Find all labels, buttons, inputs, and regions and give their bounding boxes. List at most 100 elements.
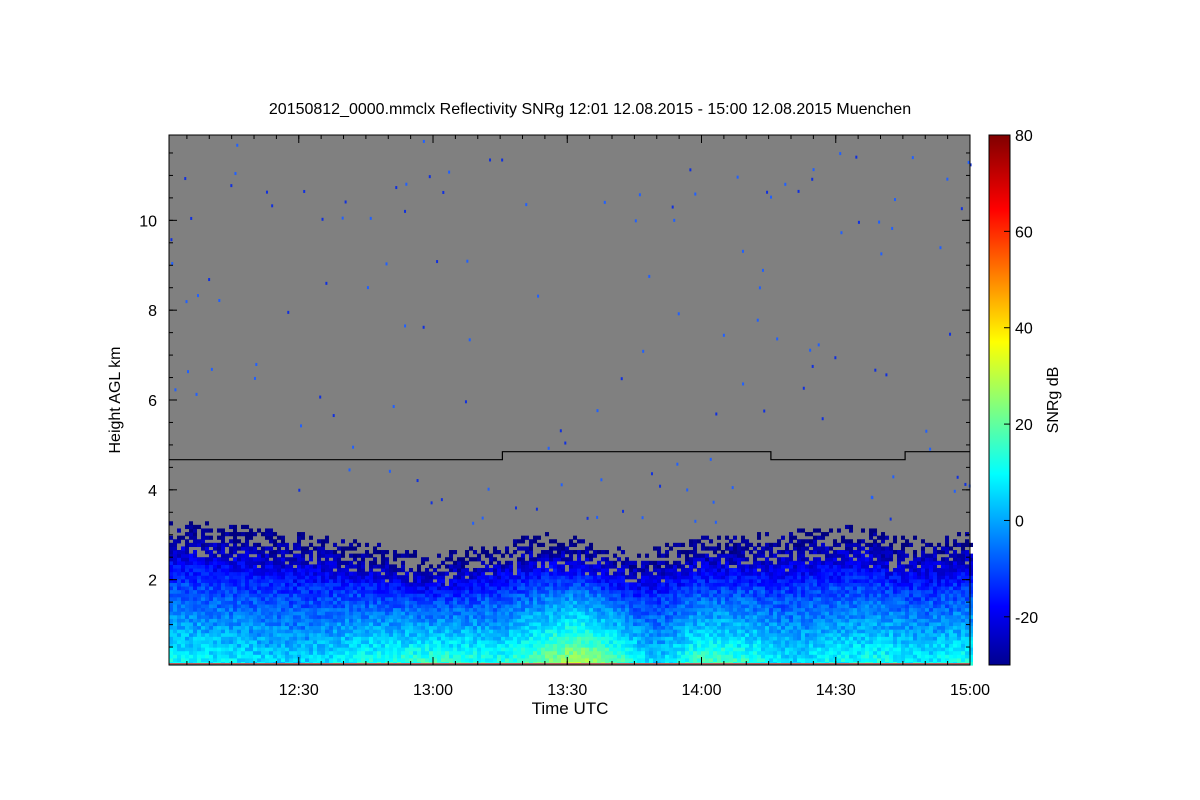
echo-cell (741, 618, 745, 623)
echo-cell (569, 578, 573, 583)
echo-cell (781, 647, 785, 652)
echo-cell (601, 643, 605, 648)
echo-cell (217, 582, 221, 587)
echo-cell (221, 600, 225, 605)
echo-cell (729, 571, 733, 576)
echo-cell (557, 636, 561, 641)
echo-cell (593, 607, 597, 612)
echo-cell (749, 589, 753, 594)
echo-cell (293, 603, 297, 609)
echo-cell (529, 560, 533, 565)
echo-cell (625, 611, 629, 616)
echo-cell (781, 657, 785, 663)
echo-cell (313, 600, 317, 605)
echo-cell (769, 596, 773, 601)
echo-cell (393, 596, 397, 601)
echo-cell (357, 643, 361, 648)
echo-cell (305, 650, 309, 655)
echo-cell (241, 582, 245, 587)
echo-cell (341, 550, 345, 555)
echo-cell (257, 571, 261, 576)
echo-cell (437, 614, 441, 619)
echo-cell (253, 546, 257, 551)
echo-cell (181, 578, 185, 583)
echo-cell (233, 582, 237, 587)
echo-cell (761, 621, 765, 627)
echo-cell (713, 550, 717, 555)
echo-cell (341, 632, 345, 637)
echo-cell (593, 614, 597, 619)
echo-cell (413, 593, 417, 598)
echo-cell (613, 560, 617, 565)
echo-cell (393, 564, 397, 569)
echo-cell (773, 607, 777, 612)
echo-cell (417, 611, 421, 616)
echo-cell (573, 582, 577, 587)
echo-cell (425, 571, 429, 576)
echo-cell (229, 657, 233, 663)
echo-cell (301, 585, 305, 591)
echo-cell (253, 557, 257, 562)
echo-cell (361, 600, 365, 605)
echo-cell (549, 539, 553, 544)
echo-cell (245, 657, 249, 663)
echo-cell (577, 564, 581, 569)
echo-cell (297, 596, 301, 601)
echo-cell (389, 647, 393, 652)
echo-cell (249, 571, 253, 576)
echo-cell (657, 636, 661, 641)
echo-cell (449, 596, 453, 601)
echo-cell (273, 564, 277, 569)
echo-cell (209, 600, 213, 605)
echo-cell (725, 575, 729, 580)
echo-cell (657, 657, 661, 663)
echo-cell (645, 611, 649, 616)
echo-cell (533, 657, 537, 663)
echo-cell (653, 611, 657, 616)
echo-cell (553, 618, 557, 623)
echo-cell (485, 589, 489, 594)
echo-cell (421, 625, 425, 630)
echo-cell (545, 629, 549, 634)
echo-cell (753, 621, 757, 627)
echo-cell (597, 585, 601, 591)
echo-cell (509, 564, 513, 569)
echo-cell (761, 571, 765, 576)
echo-cell (277, 546, 281, 551)
echo-cell (789, 632, 793, 637)
echo-cell (329, 567, 333, 573)
echo-cell (245, 639, 249, 645)
echo-cell (505, 575, 509, 580)
echo-cell (509, 589, 513, 594)
echo-cell (345, 614, 349, 619)
echo-cell (265, 621, 269, 627)
echo-cell (173, 657, 177, 663)
echo-cell (709, 654, 713, 659)
echo-cell (217, 657, 221, 663)
echo-cell (429, 589, 433, 594)
echo-cell (649, 607, 653, 612)
echo-cell (673, 657, 677, 663)
echo-cell (653, 567, 657, 573)
echo-cell (517, 603, 521, 609)
echo-cell (537, 603, 541, 609)
echo-cell (581, 585, 585, 591)
echo-cell (641, 596, 645, 601)
echo-cell (721, 654, 725, 659)
echo-cell (333, 542, 337, 548)
echo-cell (697, 589, 701, 594)
echo-cell (169, 639, 173, 645)
echo-cell (701, 542, 705, 548)
echo-cell (193, 532, 197, 537)
echo-cell (321, 632, 325, 637)
echo-cell (553, 593, 557, 598)
echo-cell (693, 582, 697, 587)
echo-cell (629, 575, 633, 580)
echo-cell (697, 571, 701, 576)
echo-cell (485, 643, 489, 648)
echo-cell (477, 621, 481, 627)
echo-cell (597, 650, 601, 655)
echo-cell (665, 603, 669, 609)
echo-cell (789, 603, 793, 609)
echo-cell (681, 611, 685, 616)
